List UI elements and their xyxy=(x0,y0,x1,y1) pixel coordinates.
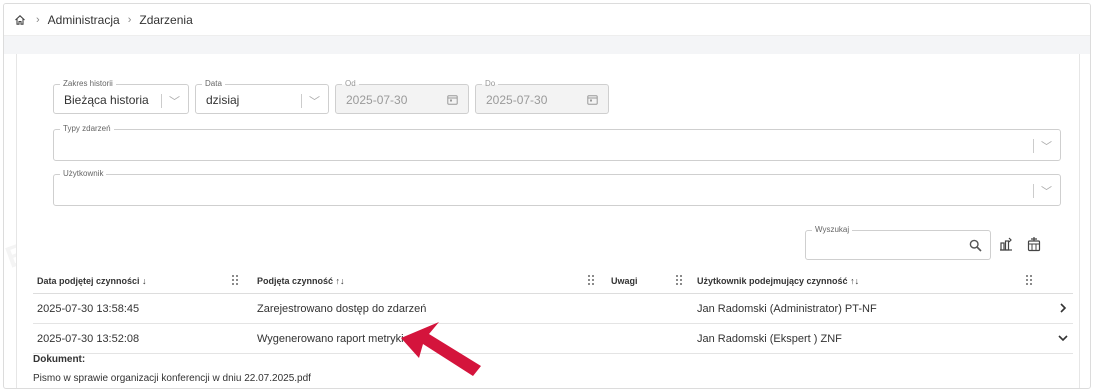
row-date: 2025-07-30 13:52:08 xyxy=(37,333,140,345)
sort-icon[interactable]: ↑↓ xyxy=(850,276,859,286)
breadcrumb: › Administracja › Zdarzenia xyxy=(4,4,1090,36)
drag-handle-icon[interactable] xyxy=(1025,274,1033,286)
table-header: Data podjętej czynności ↓ Podjęta czynno… xyxy=(33,268,1073,294)
events-panel: Zakres historii Bieżąca historia ﹀ Data … xyxy=(16,54,1080,388)
date-from-value: 2025-07-30 xyxy=(346,93,408,107)
date-to-label: Do xyxy=(482,79,499,89)
annotation-arrow-icon xyxy=(401,322,481,376)
row-user: Jan Radomski (Ekspert ) ZNF xyxy=(697,333,842,345)
chevron-right-icon: › xyxy=(127,13,132,26)
date-value: dzisiaj xyxy=(206,93,240,107)
document-name: Pismo w sprawie organizacji konferencji … xyxy=(33,373,311,384)
breadcrumb-item-events: Zdarzenia xyxy=(139,12,193,27)
row-user: Jan Radomski (Administrator) PT-NF xyxy=(697,303,877,315)
column-header-user[interactable]: Użytkownik podejmujący czynność ↑↓ xyxy=(697,276,859,286)
history-scope-select[interactable]: Zakres historii Bieżąca historia ﹀ xyxy=(53,79,189,114)
calendar-icon[interactable] xyxy=(447,94,458,105)
column-header-date[interactable]: Data podjętej czynności ↓ xyxy=(37,276,147,286)
row-action: Zarejestrowano dostęp do zdarzeń xyxy=(257,303,427,315)
home-icon[interactable] xyxy=(14,13,28,27)
date-select[interactable]: Data dzisiaj ﹀ xyxy=(195,79,329,114)
event-types-label: Typy zdarzeń xyxy=(60,124,114,134)
chevron-down-icon[interactable] xyxy=(1057,332,1069,344)
search-label: Wyszukaj xyxy=(812,225,853,235)
calendar-icon[interactable] xyxy=(587,94,598,105)
row-action: Wygenerowano raport metryki xyxy=(257,333,404,345)
drag-handle-icon[interactable] xyxy=(675,274,683,286)
drag-handle-icon[interactable] xyxy=(587,274,595,286)
event-types-select[interactable]: Typy zdarzeń ﹀ xyxy=(53,124,1061,161)
sort-icon[interactable]: ↑↓ xyxy=(336,276,345,286)
export-excel-icon[interactable] xyxy=(1026,236,1042,252)
column-header-notes[interactable]: Uwagi xyxy=(611,276,638,286)
document-label: Dokument: xyxy=(33,354,86,365)
sort-desc-icon[interactable]: ↓ xyxy=(142,276,147,286)
history-scope-value: Bieżąca historia xyxy=(64,93,149,107)
table-row[interactable]: 2025-07-30 13:52:08 Wygenerowano raport … xyxy=(33,324,1073,354)
date-label: Data xyxy=(202,79,225,89)
header-band xyxy=(4,36,1090,54)
breadcrumb-item-administration[interactable]: Administracja xyxy=(48,13,120,27)
app-frame: NASK – Państwowy Instytut Badawczy EZD R… xyxy=(3,3,1091,389)
chevron-down-icon: ﹀ xyxy=(1041,141,1052,153)
date-from-field[interactable]: Od 2025-07-30 xyxy=(335,79,469,114)
date-to-field[interactable]: Do 2025-07-30 xyxy=(475,79,609,114)
chevron-down-icon: ﹀ xyxy=(169,96,180,108)
date-to-value: 2025-07-30 xyxy=(486,93,548,107)
user-label: Użytkownik xyxy=(60,169,107,179)
table-row[interactable]: 2025-07-30 13:58:45 Zarejestrowano dostę… xyxy=(33,294,1073,324)
chevron-down-icon: ﹀ xyxy=(1041,186,1052,198)
drag-handle-icon[interactable] xyxy=(231,274,239,286)
chevron-down-icon: ﹀ xyxy=(309,96,320,108)
column-settings-icon[interactable] xyxy=(998,236,1014,252)
search-input[interactable]: Wyszukaj xyxy=(805,225,991,260)
date-from-label: Od xyxy=(342,79,359,89)
row-date: 2025-07-30 13:58:45 xyxy=(37,303,140,315)
history-scope-label: Zakres historii xyxy=(60,79,116,89)
user-select[interactable]: Użytkownik ﹀ xyxy=(53,169,1061,206)
chevron-right-icon: › xyxy=(36,13,40,26)
chevron-right-icon[interactable] xyxy=(1057,302,1069,314)
search-icon[interactable] xyxy=(969,239,982,252)
column-header-action[interactable]: Podjęta czynność ↑↓ xyxy=(257,276,345,286)
